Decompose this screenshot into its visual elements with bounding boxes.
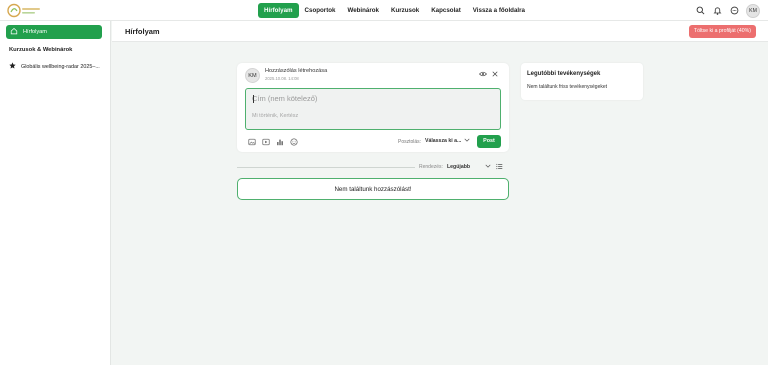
user-avatar[interactable]: KM [746,3,760,18]
empty-feed-message: Nem találtunk hozzászólást! [237,178,509,200]
list-view-icon[interactable] [496,163,503,172]
nav-item-vissza[interactable]: Vissza a főoldalra [467,3,531,18]
post-to-value: Válassza ki a... [425,138,462,144]
recent-activity-panel: Legutóbbi tevékenységek Nem találtunk fr… [521,63,643,100]
sidebar-item-label: Hírfolyam [23,29,47,35]
post-body-input[interactable] [252,113,492,119]
nav-item-kurzusok[interactable]: Kurzusok [385,3,425,18]
post-title-input[interactable] [252,94,492,103]
post-button[interactable]: Post [477,135,501,148]
composer-avatar: KM [245,68,260,83]
image-icon[interactable] [247,137,256,146]
course-title: Globális wellbeing-radar 2025–... [21,63,100,70]
sort-select[interactable]: Legújabb [447,164,470,170]
eye-icon[interactable] [479,71,487,79]
top-icons: KM [695,3,760,18]
post-composer: KM Hozzászólás létrehozása 2025.10.08. 1… [237,63,509,152]
page-title: Hírfolyam [125,27,160,36]
sidebar-section-title: Kurzusok & Webinárok [9,47,73,53]
chevron-down-icon [464,138,470,144]
sidebar-item-hirfolyam[interactable]: Hírfolyam [6,25,102,39]
activity-empty-message: Nem találtunk friss tevékenységeket [527,84,608,90]
post-to-select[interactable]: Válassza ki a... [425,138,470,144]
sort-label: Rendezés: [419,164,443,170]
poll-icon[interactable] [275,137,284,146]
site-logo[interactable] [7,3,43,18]
nav-item-webinarok[interactable]: Webinárok [341,3,385,18]
sort-divider [237,167,415,168]
top-navbar: Hírfolyam Csoportok Webinárok Kurzusok K… [0,0,768,21]
page-header: Hírfolyam Töltse ki a profilját (40%) [112,21,768,42]
chat-icon[interactable] [729,6,739,16]
composer-input-area [245,88,501,130]
video-icon[interactable] [261,137,270,146]
star-icon [9,62,16,71]
emoji-icon[interactable] [289,137,298,146]
nav-item-csoportok[interactable]: Csoportok [299,3,342,18]
sidebar: Hírfolyam Kurzusok & Webinárok Globális … [0,21,111,365]
search-icon[interactable] [695,6,705,16]
nav-item-kapcsolat[interactable]: Kapcsolat [425,3,467,18]
close-icon[interactable] [492,71,498,79]
composer-date: 2025.10.08. 14:08 [265,76,299,81]
sidebar-course-item[interactable]: Globális wellbeing-radar 2025–... [9,62,100,71]
bell-icon[interactable] [712,6,722,16]
activity-title: Legutóbbi tevékenységek [527,71,601,77]
nav-item-hirfolyam[interactable]: Hírfolyam [258,3,299,18]
complete-profile-button[interactable]: Töltse ki a profilját (40%) [688,25,756,38]
composer-title: Hozzászólás létrehozása [265,68,328,74]
post-to-label: Posztolás: [398,139,422,145]
text-caret [253,95,254,103]
chevron-down-icon[interactable] [485,164,491,170]
main-nav: Hírfolyam Csoportok Webinárok Kurzusok K… [258,3,531,18]
home-icon [10,27,18,37]
composer-toolbar [247,137,298,146]
